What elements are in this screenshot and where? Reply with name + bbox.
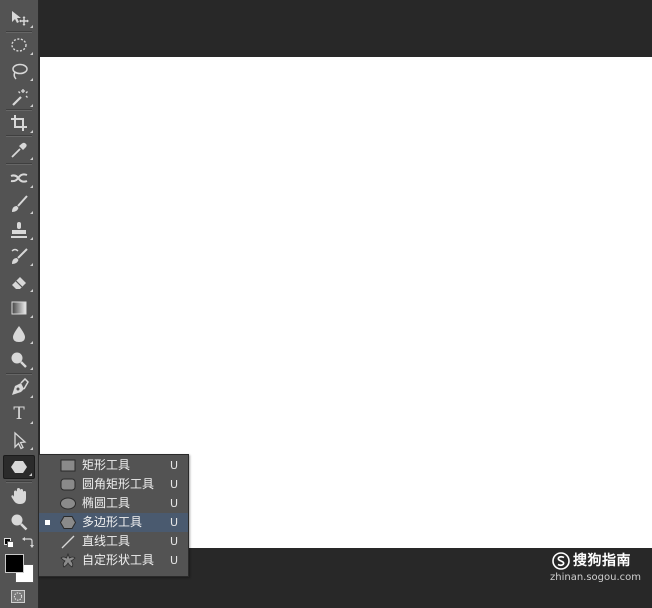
brush-tool[interactable]	[3, 192, 35, 216]
dodge-icon	[11, 352, 27, 368]
crop-tool[interactable]	[3, 111, 35, 135]
magic-wand-tool[interactable]	[3, 85, 35, 109]
menu-item-rounded-rectangle-tool[interactable]: 圆角矩形工具 U	[39, 475, 188, 494]
ellipse-icon	[59, 496, 77, 511]
gradient-icon	[11, 301, 27, 315]
shape-tool-menu: 矩形工具 U 圆角矩形工具 U 椭圆工具 U 多边形工具 U 直线工具 U 自定…	[38, 454, 189, 577]
zoom-tool[interactable]	[3, 510, 35, 534]
eraser-icon	[12, 277, 26, 289]
healing-icon	[10, 173, 28, 183]
path-selection-tool[interactable]	[3, 428, 35, 452]
brush-icon	[12, 195, 28, 212]
swap-colors-icon[interactable]	[22, 536, 34, 548]
hand-tool[interactable]	[3, 484, 35, 508]
rectangle-icon	[59, 458, 77, 473]
pen-icon	[12, 378, 29, 395]
watermark-brand: 搜狗指南	[573, 553, 631, 569]
menu-item-rectangle-tool[interactable]: 矩形工具 U	[39, 456, 188, 475]
polygon-icon	[11, 461, 27, 473]
polygon-icon	[59, 515, 77, 530]
clone-stamp-tool[interactable]	[3, 218, 35, 242]
pen-tool[interactable]	[3, 376, 35, 400]
ellipse-marquee-icon	[11, 38, 27, 52]
foreground-color-swatch[interactable]	[5, 554, 24, 573]
sogou-logo-icon	[552, 552, 570, 570]
stamp-icon	[11, 222, 27, 238]
eyedropper-icon	[11, 142, 27, 158]
marquee-tool[interactable]	[3, 33, 35, 57]
zoom-icon	[11, 514, 28, 531]
custom-shape-icon	[59, 553, 77, 568]
quick-mask-icon[interactable]	[11, 590, 25, 603]
default-colors-icon[interactable]	[4, 538, 14, 548]
tools-panel: T	[0, 0, 39, 608]
crop-icon	[11, 115, 27, 131]
rounded-rectangle-icon	[59, 477, 77, 492]
drop-icon	[13, 326, 25, 342]
menu-item-ellipse-tool[interactable]: 椭圆工具 U	[39, 494, 188, 513]
eyedropper-tool[interactable]	[3, 138, 35, 162]
polygon-tool[interactable]	[3, 455, 35, 479]
selected-indicator	[45, 520, 50, 525]
lasso-tool[interactable]	[3, 59, 35, 83]
arrow-icon	[14, 431, 27, 450]
menu-item-polygon-tool[interactable]: 多边形工具 U	[39, 513, 188, 532]
healing-brush-tool[interactable]	[3, 166, 35, 190]
type-tool[interactable]: T	[3, 402, 35, 426]
menu-item-custom-shape-tool[interactable]: 自定形状工具 U	[39, 551, 188, 570]
history-brush-tool[interactable]	[3, 244, 35, 268]
sogou-watermark: 搜狗指南 zhinan.sogou.com	[549, 551, 649, 585]
type-icon: T	[13, 404, 25, 424]
hand-icon	[11, 488, 26, 504]
dodge-tool[interactable]	[3, 348, 35, 372]
history-brush-icon	[11, 248, 28, 264]
move-icon	[12, 11, 29, 26]
line-icon	[59, 534, 77, 549]
move-tool[interactable]	[3, 6, 35, 30]
lasso-icon	[12, 63, 28, 80]
gradient-tool[interactable]	[3, 296, 35, 320]
eraser-tool[interactable]	[3, 270, 35, 294]
blur-tool[interactable]	[3, 322, 35, 346]
magic-wand-icon	[12, 89, 28, 106]
watermark-url: zhinan.sogou.com	[550, 572, 642, 583]
menu-item-line-tool[interactable]: 直线工具 U	[39, 532, 188, 551]
